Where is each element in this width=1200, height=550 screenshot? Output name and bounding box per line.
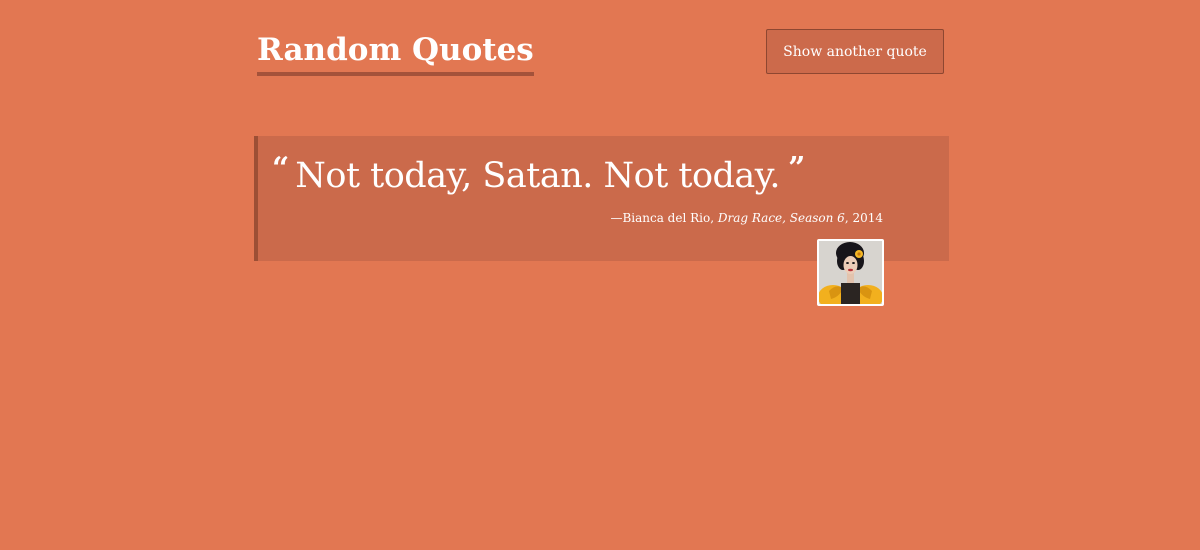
show-another-quote-button[interactable]: Show another quote (766, 29, 944, 74)
quote-attribution: —Bianca del Rio, Drag Race, Season 6, 20… (610, 209, 883, 227)
quote-year: 2014 (852, 211, 883, 225)
page: Random Quotes Show another quote “ Not t… (0, 0, 1200, 550)
quote-source: Drag Race, Season 6 (717, 211, 845, 225)
close-quote-icon: ” (788, 151, 806, 186)
open-quote-icon: “ (272, 151, 290, 186)
author-avatar (817, 239, 884, 306)
attribution-dash: — (610, 211, 623, 225)
quote-text: Not today, Satan. Not today. (295, 156, 781, 196)
quote-line: “ Not today, Satan. Not today. ” (272, 150, 805, 202)
author-name: Bianca del Rio (622, 211, 711, 225)
attribution-separator: , (710, 211, 718, 225)
page-title: Random Quotes (257, 28, 534, 76)
author-portrait-image (819, 241, 882, 304)
